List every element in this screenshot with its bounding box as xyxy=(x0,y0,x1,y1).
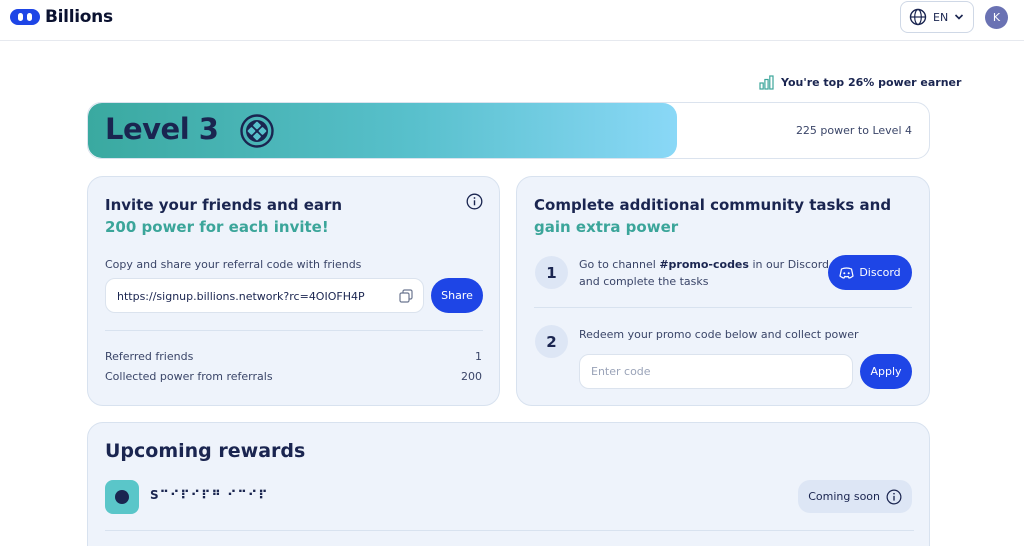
step-1-text: Go to channel #promo-codes in our Discor… xyxy=(579,256,829,290)
tasks-title: Complete additional community tasks and xyxy=(534,196,892,214)
reward-dot-icon xyxy=(115,490,129,504)
globe-icon xyxy=(909,8,927,26)
chevron-down-icon xyxy=(955,14,964,20)
level-progress-card: Level 3 225 power to Level 4 xyxy=(87,102,930,159)
rewards-title: Upcoming rewards xyxy=(105,440,306,462)
top-bar: Billions EN K xyxy=(0,0,1024,41)
level-badge-icon xyxy=(240,114,274,148)
step-1-number: 1 xyxy=(535,256,568,289)
next-level-text: 225 power to Level 4 xyxy=(795,124,912,137)
step-2-number: 2 xyxy=(535,325,568,358)
coming-soon-badge[interactable]: Coming soon xyxy=(798,480,912,513)
step-1-mid: in our Discord xyxy=(748,258,830,271)
tasks-divider xyxy=(534,307,912,308)
coming-soon-label: Coming soon xyxy=(808,490,880,503)
share-button[interactable]: Share xyxy=(431,278,483,313)
promo-codes-channel: #promo-codes xyxy=(659,258,749,271)
billions-logo-icon xyxy=(10,9,40,25)
collected-power-value: 200 xyxy=(461,370,482,383)
brand-name: Billions xyxy=(45,7,113,27)
community-tasks-card: Complete additional community tasks and … xyxy=(516,176,930,406)
reward-icon xyxy=(105,480,139,514)
step-1-line2: and complete the tasks xyxy=(579,275,709,288)
info-icon xyxy=(886,489,902,504)
referred-friends-label: Referred friends xyxy=(105,350,194,363)
apply-button[interactable]: Apply xyxy=(860,354,912,389)
reward-name: S⠉⠊⠏⠊⠏⠛ ⠊⠉⠊⠏ xyxy=(150,488,269,502)
discord-button[interactable]: Discord xyxy=(828,255,912,290)
info-icon[interactable] xyxy=(466,193,483,210)
copy-icon[interactable] xyxy=(399,289,413,303)
promo-code-input[interactable] xyxy=(580,355,852,388)
discord-icon xyxy=(839,266,854,279)
top-earner-stat: You're top 26% power earner xyxy=(759,75,961,90)
user-avatar[interactable]: K xyxy=(985,6,1008,29)
referral-link-field[interactable]: https://signup.billions.network?rc=4OIOF… xyxy=(105,278,424,313)
referred-friends-value: 1 xyxy=(475,350,482,363)
invite-subtitle: 200 power for each invite! xyxy=(105,218,329,236)
invite-card: Invite your friends and earn 200 power f… xyxy=(87,176,500,406)
promo-code-field[interactable] xyxy=(579,354,853,389)
step-1-prefix: Go to channel xyxy=(579,258,660,271)
discord-label: Discord xyxy=(859,266,901,279)
language-selector[interactable]: EN xyxy=(900,1,974,33)
invite-divider xyxy=(105,330,483,331)
invite-instruction: Copy and share your referral code with f… xyxy=(105,258,362,271)
invite-title: Invite your friends and earn xyxy=(105,196,343,214)
referral-link-text: https://signup.billions.network?rc=4OIOF… xyxy=(117,290,365,303)
brand-logo[interactable]: Billions xyxy=(10,6,113,28)
level-title: Level 3 xyxy=(105,112,219,146)
tasks-subtitle: gain extra power xyxy=(534,218,679,236)
top-earner-text: You're top 26% power earner xyxy=(781,76,962,89)
collected-power-label: Collected power from referrals xyxy=(105,370,273,383)
language-code: EN xyxy=(933,10,949,24)
step-2-text: Redeem your promo code below and collect… xyxy=(579,328,859,341)
bar-chart-icon xyxy=(759,75,774,90)
rewards-divider xyxy=(105,530,914,531)
upcoming-rewards-card: Upcoming rewards S⠉⠊⠏⠊⠏⠛ ⠊⠉⠊⠏ Coming soo… xyxy=(87,422,930,546)
